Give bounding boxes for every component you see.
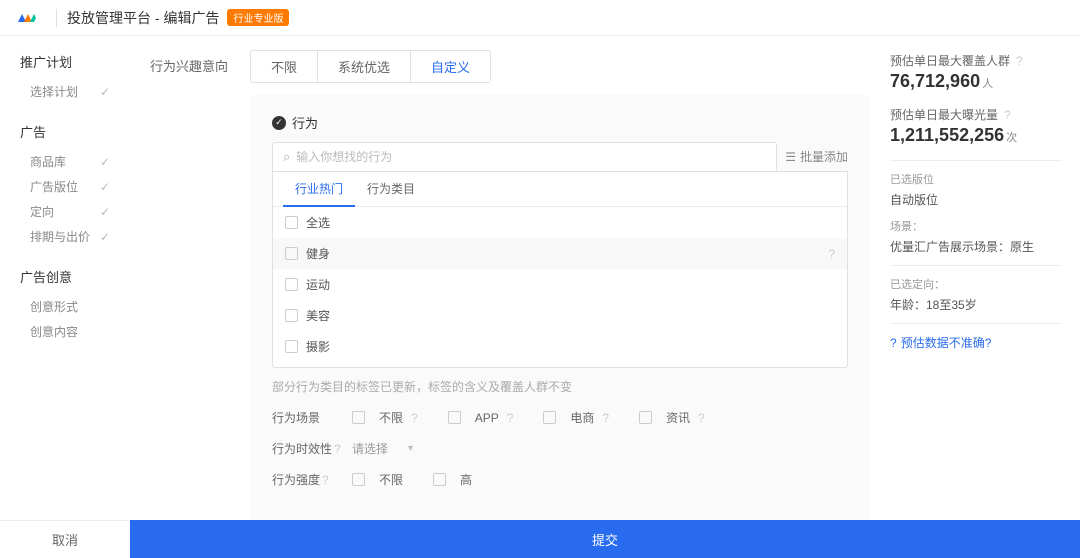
right-sidebar: 预估单日最大覆盖人群? 76,712,960人 预估单日最大曝光量? 1,211… <box>890 36 1080 520</box>
check-icon: ✓ <box>100 155 110 169</box>
submit-button[interactable]: 提交 <box>130 520 1080 558</box>
list-icon: ☰ <box>785 150 796 164</box>
list-item[interactable]: 美容 <box>273 300 847 331</box>
divider <box>890 265 1062 266</box>
list-item[interactable]: 汽车 <box>273 362 847 367</box>
help-icon[interactable]: ? <box>1004 108 1011 122</box>
checkbox[interactable] <box>285 247 298 260</box>
sidebar-group-ad: 广告 <box>20 122 130 141</box>
checkbox[interactable] <box>639 411 652 424</box>
chevron-down-icon: ▾ <box>408 443 413 454</box>
sidebar-item-placement[interactable]: 广告版位✓ <box>20 174 130 199</box>
checkbox[interactable] <box>543 411 556 424</box>
search-icon: ⌕ <box>283 149 290 165</box>
help-icon[interactable]: ? <box>507 411 514 425</box>
divider <box>890 323 1062 324</box>
scene-meta-value: 优量汇广告展示场景：原生 <box>890 238 1062 255</box>
checkbox[interactable] <box>285 278 298 291</box>
inner-tab-hot[interactable]: 行业热门 <box>283 172 355 207</box>
inaccurate-link[interactable]: ?预估数据不准确? <box>890 334 1062 351</box>
checkbox[interactable] <box>285 216 298 229</box>
footer: 取消 提交 <box>0 520 1080 558</box>
behavior-interest-label: 行为兴趣意向 <box>150 50 250 75</box>
tab-system[interactable]: 系统优选 <box>318 51 411 82</box>
help-icon[interactable]: ? <box>411 411 418 425</box>
check-icon: ✓ <box>100 85 110 99</box>
check-icon: ✓ <box>100 180 110 194</box>
search-input[interactable] <box>296 150 766 164</box>
update-hint: 部分行为类目的标签已更新，标签的含义及覆盖人群不变 <box>272 378 848 395</box>
batch-add-button[interactable]: ☰ 批量添加 <box>785 148 848 165</box>
stat-exposure-label: 预估单日最大曝光量? <box>890 106 1062 123</box>
strength-label: 行为强度? <box>272 471 352 488</box>
placement-value: 自动版位 <box>890 191 1062 208</box>
scene-opt-ecommerce[interactable]: 电商? <box>543 409 609 426</box>
behavior-list[interactable]: 全选 健身? 运动 美容 摄影 汽车 减肥 <box>273 207 847 367</box>
list-item-all[interactable]: 全选 <box>273 207 847 238</box>
check-icon: ✓ <box>100 230 110 244</box>
checkbox[interactable] <box>433 473 446 486</box>
sidebar-group-plan: 推广计划 <box>20 52 130 71</box>
search-box[interactable]: ⌕ <box>272 142 777 171</box>
section-behavior-title: 行为 <box>272 113 848 132</box>
sidebar-item-schedule[interactable]: 排期与出价✓ <box>20 224 130 249</box>
cancel-button[interactable]: 取消 <box>0 520 130 558</box>
header: 投放管理平台 - 编辑广告 行业专业版 <box>0 0 1080 36</box>
sidebar-item-product[interactable]: 商品库✓ <box>20 149 130 174</box>
sidebar-group-creative: 广告创意 <box>20 267 130 286</box>
checkbox[interactable] <box>448 411 461 424</box>
scene-opt-unlimited[interactable]: 不限? <box>352 409 418 426</box>
help-icon[interactable]: ? <box>334 442 341 456</box>
list-item[interactable]: 摄影 <box>273 331 847 362</box>
help-icon[interactable]: ? <box>828 247 835 261</box>
list-item[interactable]: 健身? <box>273 238 847 269</box>
checkbox[interactable] <box>285 340 298 353</box>
mode-tabs: 不限 系统优选 自定义 <box>250 50 491 83</box>
time-label: 行为时效性? <box>272 440 352 457</box>
scene-opt-news[interactable]: 资讯? <box>639 409 705 426</box>
sidebar-item-creative-content[interactable]: 创意内容 <box>20 319 130 344</box>
time-select[interactable]: 请选择▾ <box>352 440 413 457</box>
stat-exposure-value: 1,211,552,256次 <box>890 125 1062 146</box>
list-item[interactable]: 运动 <box>273 269 847 300</box>
scene-meta-label: 场景： <box>890 218 1062 234</box>
target-meta-value: 年龄：18至35岁 <box>890 296 1062 313</box>
help-icon[interactable]: ? <box>698 411 705 425</box>
help-icon[interactable]: ? <box>1016 54 1023 68</box>
check-dot-icon <box>272 116 286 130</box>
help-icon[interactable]: ? <box>322 473 329 487</box>
behavior-panel: 行为 ⌕ ☰ 批量添加 行业热门 行为类目 <box>250 95 870 520</box>
strength-opt-high[interactable]: 高 <box>433 471 472 488</box>
main-content: 行为兴趣意向 不限 系统优选 自定义 行为 ⌕ <box>130 36 890 520</box>
inner-tab-category[interactable]: 行为类目 <box>355 172 427 207</box>
check-icon: ✓ <box>100 205 110 219</box>
logo-icon <box>16 8 36 28</box>
divider <box>56 9 57 27</box>
stat-coverage-label: 预估单日最大覆盖人群? <box>890 52 1062 69</box>
sidebar: 推广计划 选择计划✓ 广告 商品库✓ 广告版位✓ 定向✓ 排期与出价✓ 广告创意… <box>0 36 130 520</box>
strength-opt-unlimited[interactable]: 不限 <box>352 471 403 488</box>
edition-badge: 行业专业版 <box>227 9 289 26</box>
sidebar-item-select-plan[interactable]: 选择计划✓ <box>20 79 130 104</box>
page-title: 投放管理平台 - 编辑广告 <box>67 8 219 28</box>
checkbox[interactable] <box>352 473 365 486</box>
divider <box>890 160 1062 161</box>
tab-custom[interactable]: 自定义 <box>411 51 490 82</box>
scene-opt-app[interactable]: APP? <box>448 409 514 426</box>
placement-label: 已选版位 <box>890 171 1062 187</box>
checkbox[interactable] <box>352 411 365 424</box>
sidebar-item-targeting[interactable]: 定向✓ <box>20 199 130 224</box>
sidebar-item-creative-form[interactable]: 创意形式 <box>20 294 130 319</box>
inner-tabs: 行业热门 行为类目 <box>273 172 847 207</box>
tab-unlimited[interactable]: 不限 <box>251 51 318 82</box>
stat-coverage-value: 76,712,960人 <box>890 71 1062 92</box>
checkbox[interactable] <box>285 309 298 322</box>
scene-label: 行为场景 <box>272 409 352 426</box>
help-icon[interactable]: ? <box>602 411 609 425</box>
target-meta-label: 已选定向： <box>890 276 1062 292</box>
